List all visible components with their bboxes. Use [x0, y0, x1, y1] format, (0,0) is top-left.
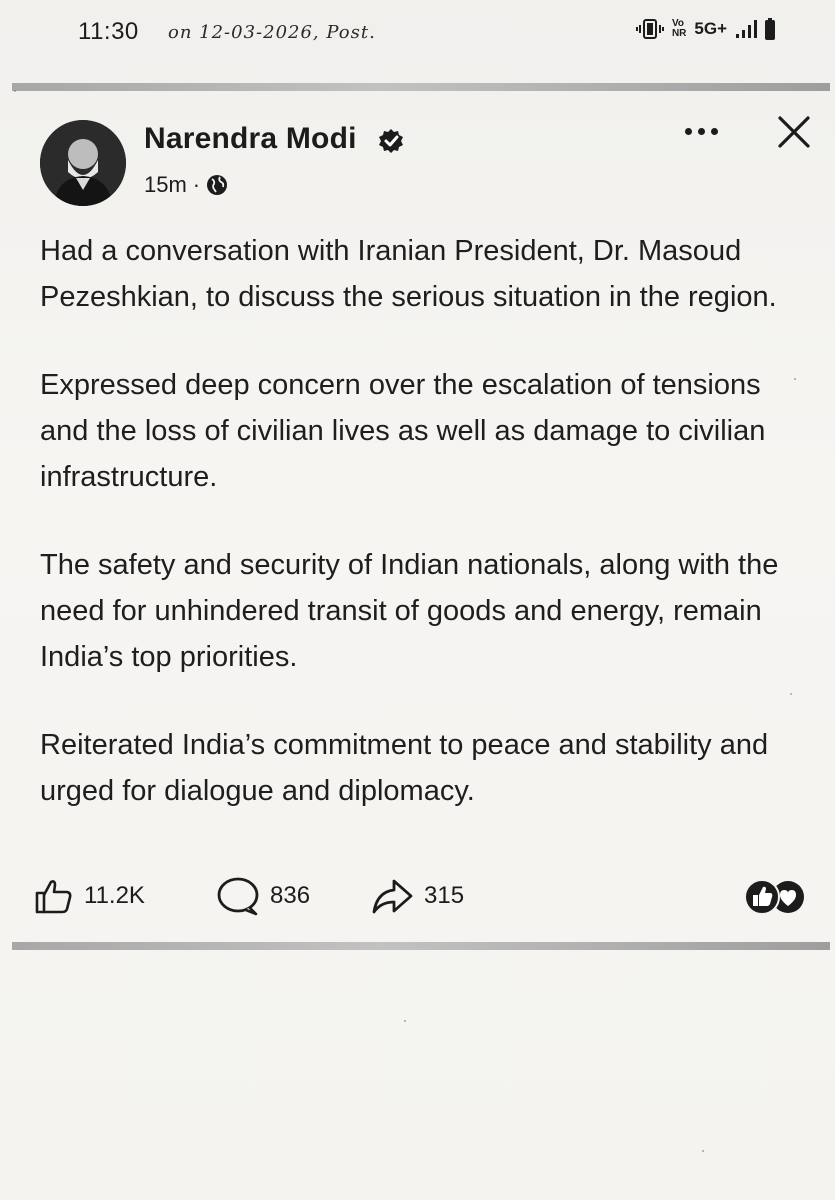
network-type-label: 5G+: [694, 19, 727, 38]
volte-bottom-label: NR: [671, 28, 687, 39]
paper-speck: [794, 378, 796, 380]
more-horizontal-icon: [684, 127, 692, 135]
author-avatar[interactable]: [40, 120, 126, 206]
more-options-button[interactable]: [676, 116, 726, 146]
comment-button[interactable]: 836: [216, 874, 310, 918]
post-body: Had a conversation with Iranian Presiden…: [40, 228, 810, 856]
like-count: 11.2K: [84, 882, 145, 909]
post-actions: 11.2K 836 315: [34, 874, 814, 918]
reactions-icon[interactable]: [742, 878, 808, 916]
comment-bubble-icon: [217, 877, 259, 916]
share-count: 315: [424, 882, 465, 909]
globe-icon: [206, 174, 228, 196]
author-name[interactable]: Narendra Modi: [144, 122, 357, 156]
comment-count: 836: [270, 882, 311, 909]
more-dot: [710, 127, 718, 135]
signal-icon: [735, 19, 757, 39]
share-arrow-icon: [372, 879, 413, 914]
handwritten-note: on 12-03-2026, Post.: [168, 22, 376, 43]
vibrate-icon: [635, 18, 664, 40]
share-button[interactable]: 315: [370, 874, 464, 918]
post-paragraph: Had a conversation with Iranian Presiden…: [40, 235, 777, 313]
close-icon: [778, 116, 810, 148]
verified-badge-icon: [378, 128, 404, 154]
screenshot-page: 11:30 on 12-03-2026, Post. Vo NR 5G+ Nar…: [0, 0, 835, 1200]
post-time[interactable]: 15m: [144, 172, 187, 198]
meta-separator: ·: [192, 172, 201, 197]
paper-speck: [14, 90, 16, 92]
post-paragraph: Expressed deep concern over the escalati…: [40, 369, 766, 493]
battery-icon: [765, 18, 775, 40]
paper-speck: [790, 693, 792, 695]
bottom-divider: [12, 942, 830, 950]
top-divider: [12, 83, 830, 91]
post-paragraph: Reiterated India’s commitment to peace a…: [40, 729, 769, 807]
post-paragraph: The safety and security of Indian nation…: [40, 549, 779, 673]
more-dot: [697, 127, 705, 135]
status-bar: 11:30 on 12-03-2026, Post. Vo NR 5G+: [0, 0, 835, 64]
post-meta: 15m ·: [144, 172, 228, 198]
paper-speck: [404, 1020, 406, 1022]
paper-speck: [702, 1150, 704, 1152]
status-time: 11:30: [78, 18, 139, 45]
like-button[interactable]: 11.2K: [34, 874, 145, 918]
volte-nr-icon: Vo NR: [672, 19, 686, 39]
close-button[interactable]: [772, 110, 816, 154]
status-icons: Vo NR 5G+: [635, 14, 775, 44]
thumbs-up-icon: [35, 880, 72, 914]
